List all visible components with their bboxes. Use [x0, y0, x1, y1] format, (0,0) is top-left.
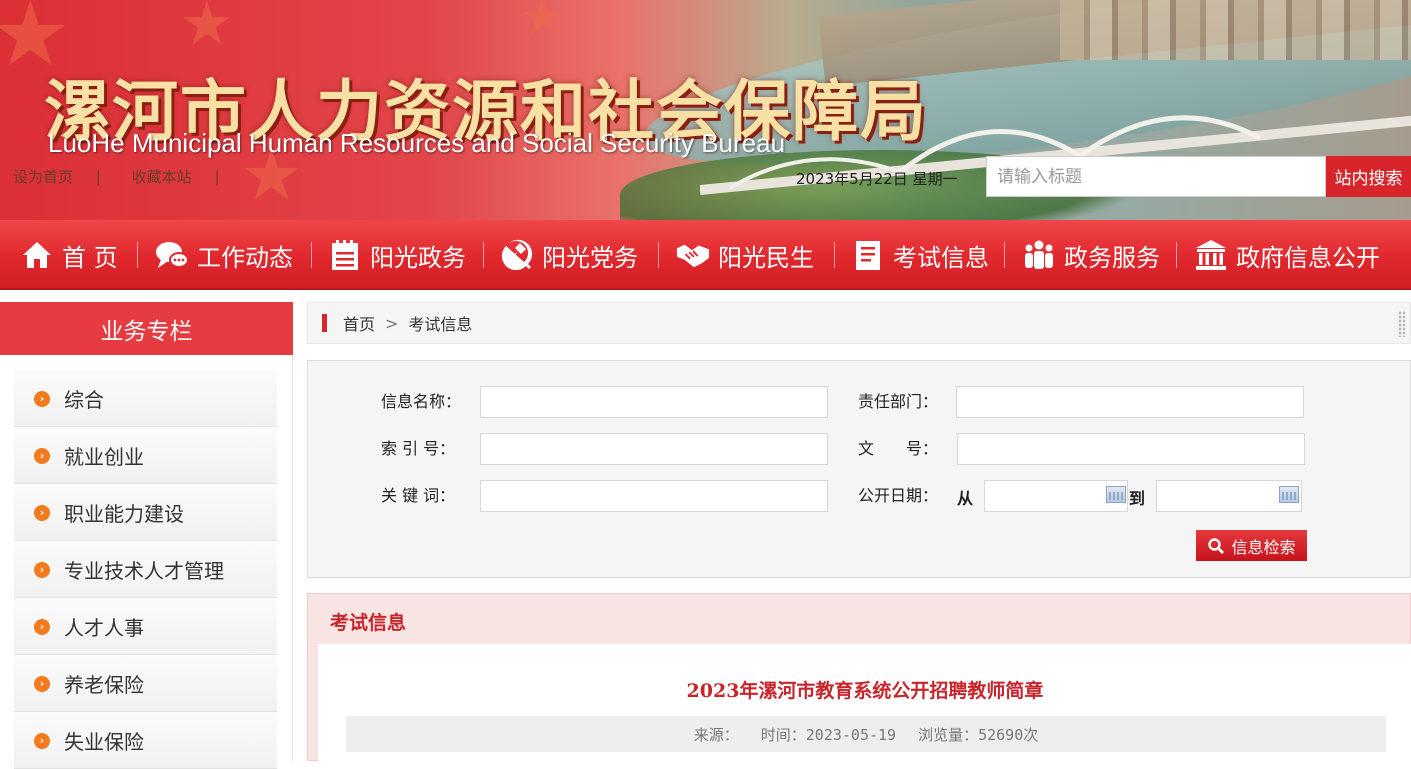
- nav-separator: [834, 242, 835, 268]
- flag-star-icon: ★: [520, 0, 565, 46]
- article-source: 来源：: [693, 725, 739, 744]
- article-title: 2023年漯河市教育系统公开招聘教师简章: [686, 680, 1044, 702]
- nav-label: 阳光党务: [542, 243, 638, 272]
- site-subtitle-en: LuoHe Municipal Human Resources and Soci…: [48, 128, 786, 158]
- info-name-label: 信息名称：: [381, 392, 462, 411]
- index-number-label: 索 引 号：: [381, 439, 456, 458]
- arrow-right-icon: ›: [34, 561, 50, 578]
- article-meta: 来源： 时间：2023-05-19 浏览量：52690次: [346, 716, 1386, 752]
- party-emblem-icon: [500, 238, 534, 272]
- doc-number-input[interactable]: [957, 433, 1305, 465]
- nav-separator: [1176, 242, 1177, 268]
- nav-item-gov-info-disclosure[interactable]: 政府信息公开: [1194, 220, 1380, 290]
- exam-info-panel: 考试信息 2023年漯河市教育系统公开招聘教师简章 来源： 时间：2023-05…: [307, 593, 1411, 762]
- nav-item-work-news[interactable]: 工作动态: [155, 220, 293, 290]
- nav-label: 首 页: [62, 243, 118, 272]
- sidebar-item-label: 综合: [64, 388, 104, 412]
- bookmark-site-link[interactable]: 收藏本站: [132, 168, 192, 186]
- nav-separator: [1004, 242, 1005, 268]
- city-buildings-scenery: [1060, 0, 1411, 60]
- sidebar-item-professional-talent[interactable]: › 专业技术人才管理: [14, 542, 277, 598]
- info-search-button-label: 信息检索: [1231, 537, 1296, 557]
- article-views: 浏览量：52690次: [918, 725, 1039, 744]
- arrow-right-icon: ›: [34, 504, 50, 521]
- search-icon: [1208, 537, 1225, 554]
- calendar-icon[interactable]: [1106, 486, 1126, 503]
- nav-label: 工作动态: [197, 243, 293, 272]
- nav-separator: [658, 242, 659, 268]
- main-navigation: 首 页 工作动态 阳光政务 阳光党务 阳光民生 考试信息 政务服务 政府信息公开: [0, 220, 1411, 290]
- nav-item-gov-services[interactable]: 政务服务: [1022, 220, 1160, 290]
- dept-input[interactable]: [956, 386, 1304, 418]
- nav-item-sunshine-affairs[interactable]: 阳光政务: [328, 220, 466, 290]
- nav-label: 阳光民生: [718, 243, 814, 272]
- flag-star-icon: ★: [180, 0, 234, 59]
- breadcrumb: 首页 > 考试信息: [307, 302, 1411, 344]
- sidebar-item-label: 职业能力建设: [64, 502, 184, 526]
- site-search-button[interactable]: 站内搜索: [1326, 156, 1411, 197]
- nav-item-exam-info[interactable]: 考试信息: [851, 220, 989, 290]
- keyword-label: 关 键 词：: [381, 486, 456, 505]
- breadcrumb-current: 考试信息: [408, 315, 473, 334]
- arrow-right-icon: ›: [34, 618, 50, 635]
- nav-item-home[interactable]: 首 页: [20, 220, 118, 290]
- sidebar-item-personnel[interactable]: › 人才人事: [14, 599, 277, 655]
- sidebar-item-label: 失业保险: [64, 730, 144, 754]
- sidebar-item-label: 人才人事: [64, 616, 144, 640]
- sidebar-item-general[interactable]: › 综合: [14, 371, 277, 427]
- document-list-icon: [328, 238, 362, 272]
- nav-label: 考试信息: [893, 243, 989, 272]
- handshake-icon: [676, 238, 710, 272]
- site-search-input[interactable]: [986, 156, 1326, 197]
- link-separator: |: [95, 168, 101, 186]
- nav-label: 政务服务: [1064, 243, 1160, 272]
- utility-links: 设为首页 | 收藏本站 |: [13, 166, 238, 187]
- publish-date-label: 公开日期：: [858, 486, 939, 505]
- sidebar-item-employment[interactable]: › 就业创业: [14, 428, 277, 484]
- arrow-right-icon: ›: [34, 675, 50, 692]
- index-number-input[interactable]: [480, 433, 828, 465]
- calendar-icon[interactable]: [1279, 486, 1299, 503]
- section-title: 考试信息: [330, 612, 407, 634]
- sidebar-item-vocational-skills[interactable]: › 职业能力建设: [14, 485, 277, 541]
- nav-item-party-affairs[interactable]: 阳光党务: [500, 220, 638, 290]
- set-homepage-link[interactable]: 设为首页: [13, 168, 73, 186]
- sidebar-item-label: 专业技术人才管理: [64, 559, 224, 583]
- sidebar-item-label: 就业创业: [64, 445, 144, 469]
- nav-separator: [311, 242, 312, 268]
- nav-separator: [483, 242, 484, 268]
- doc-number-label: 文 号：: [858, 439, 939, 458]
- sidebar-item-pension-insurance[interactable]: › 养老保险: [14, 656, 277, 712]
- nav-separator: [137, 242, 138, 268]
- article-time: 时间：2023-05-19: [760, 725, 897, 744]
- link-separator: |: [214, 168, 220, 186]
- date-from-label: 从: [957, 489, 974, 508]
- sidebar-item-label: 养老保险: [64, 673, 144, 697]
- government-building-icon: [1194, 238, 1228, 272]
- info-search-form: 信息名称： 责任部门： 索 引 号： 文 号： 关 键 词： 公开日期： 从 到…: [307, 360, 1411, 578]
- current-date: 2023年5月22日 星期一: [796, 170, 958, 188]
- dept-label: 责任部门：: [858, 392, 939, 411]
- chat-bubble-icon: [155, 238, 189, 272]
- article-container: 2023年漯河市教育系统公开招聘教师简章 来源： 时间：2023-05-19 浏…: [318, 644, 1411, 762]
- arrow-right-icon: ›: [34, 447, 50, 464]
- home-icon: [20, 238, 54, 272]
- nav-item-livelihood[interactable]: 阳光民生: [676, 220, 814, 290]
- nav-label: 阳光政务: [370, 243, 466, 272]
- keyword-input[interactable]: [480, 480, 828, 512]
- grip-handle-icon: [1398, 311, 1406, 337]
- sidebar: › 综合 › 就业创业 › 职业能力建设 › 专业技术人才管理 › 人才人事 ›…: [0, 355, 293, 769]
- breadcrumb-home-link[interactable]: 首页: [343, 311, 375, 335]
- info-search-button[interactable]: 信息检索: [1196, 530, 1307, 561]
- sidebar-title: 业务专栏: [0, 302, 293, 355]
- breadcrumb-marker: [322, 314, 327, 332]
- breadcrumb-separator: >: [385, 313, 399, 333]
- info-name-input[interactable]: [480, 386, 828, 418]
- people-icon: [1022, 238, 1056, 272]
- arrow-right-icon: ›: [34, 732, 50, 749]
- nav-label: 政府信息公开: [1236, 243, 1380, 272]
- arrow-right-icon: ›: [34, 390, 50, 407]
- date-to-label: 到: [1129, 489, 1146, 508]
- notepad-icon: [851, 238, 885, 272]
